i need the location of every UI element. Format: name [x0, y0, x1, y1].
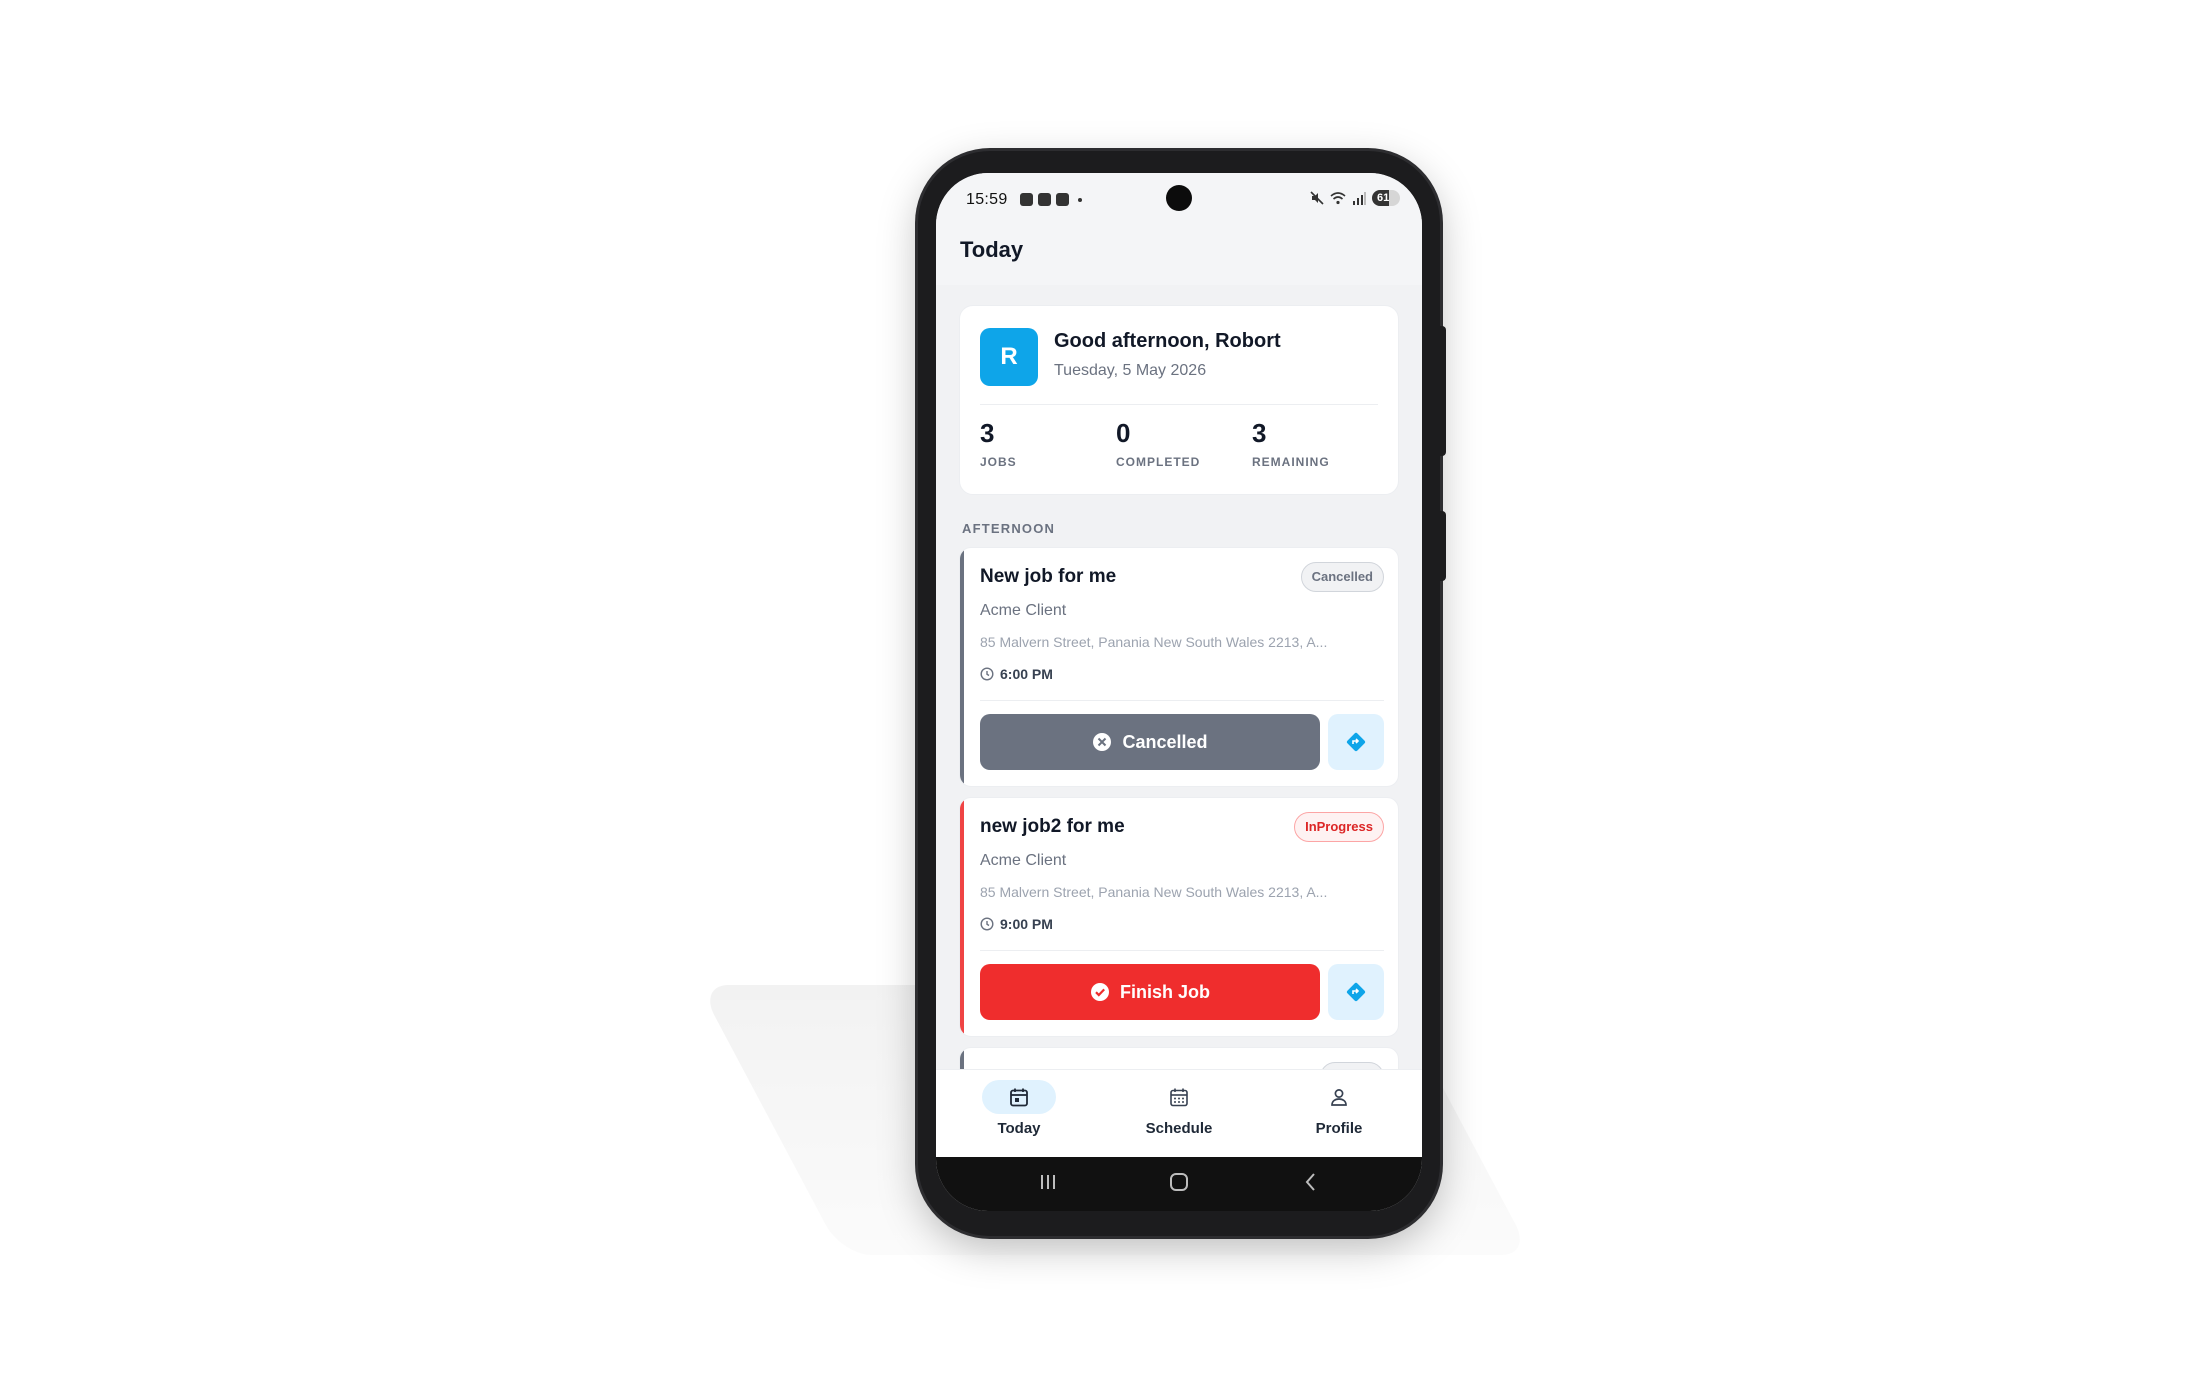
more-notifications-icon [1078, 197, 1082, 202]
stat-value: 3 [1252, 418, 1267, 448]
wifi-icon [1330, 191, 1346, 204]
status-accent-bar [960, 548, 964, 786]
phone-frame: 15:59 61 Today R Good afternoon, Robort … [918, 151, 1446, 1236]
stat-label: REMAINING [1252, 455, 1330, 469]
greeting-card: R Good afternoon, Robort Tuesday, 5 May … [959, 305, 1399, 495]
scroll-content[interactable]: R Good afternoon, Robort Tuesday, 5 May … [936, 285, 1422, 1069]
stat-remaining: 3 REMAINING [1252, 418, 1330, 469]
battery-icon: 61 [1372, 190, 1400, 206]
person-icon [1331, 1089, 1347, 1106]
directions-icon [1346, 982, 1366, 1002]
calendar-day-icon [1010, 1088, 1028, 1107]
job-time-value: 6:00 PM [1000, 666, 1053, 682]
clock-icon [980, 917, 994, 931]
stage: 15:59 61 Today R Good afternoon, Robort … [0, 0, 2200, 1376]
phone-screen: 15:59 61 Today R Good afternoon, Robort … [936, 173, 1422, 1211]
mute-icon [1310, 191, 1324, 205]
nav-profile[interactable]: Profile [1279, 1080, 1399, 1137]
greeting-date: Tuesday, 5 May 2026 [1054, 362, 1207, 379]
volume-button [1440, 326, 1446, 456]
status-time: 15:59 [966, 191, 1008, 208]
job-time: 9:00 PM [980, 916, 1053, 932]
divider [980, 700, 1384, 701]
job-time-value: 9:00 PM [1000, 916, 1053, 932]
calendar-grid-icon [1170, 1088, 1188, 1107]
system-nav-bar [936, 1157, 1422, 1211]
button-label: Finish Job [1120, 981, 1210, 1002]
notification-icons [1020, 193, 1082, 206]
power-button [1440, 511, 1446, 581]
avatar: R [980, 328, 1038, 386]
page-title: Today [960, 237, 1024, 262]
app-notification-icon [1038, 193, 1051, 206]
nav-pill [1142, 1080, 1216, 1114]
home-icon[interactable] [1168, 1171, 1190, 1193]
nav-label: Today [997, 1120, 1041, 1137]
bottom-nav: Today Schedule Profile [936, 1069, 1422, 1157]
directions-button[interactable] [1328, 964, 1384, 1020]
stat-completed: 0 COMPLETED [1116, 418, 1200, 469]
nav-today[interactable]: Today [959, 1080, 1079, 1137]
stat-value: 3 [980, 418, 995, 448]
job-card[interactable]: new job2 for me InProgress Acme Client 8… [959, 797, 1399, 1037]
job-card[interactable] [959, 1047, 1399, 1069]
greeting-title: Good afternoon, Robort [1054, 330, 1281, 352]
clock-icon [980, 667, 994, 681]
nav-pill [982, 1080, 1056, 1114]
stat-value: 0 [1116, 418, 1131, 448]
status-bar: 15:59 61 [936, 173, 1422, 225]
check-circle-icon [1091, 983, 1109, 1001]
divider [980, 950, 1384, 951]
back-icon[interactable] [1300, 1171, 1322, 1193]
directions-icon [1346, 732, 1366, 752]
nav-label: Schedule [1145, 1120, 1213, 1137]
x-circle-icon [1093, 733, 1112, 751]
front-camera [1166, 185, 1192, 211]
button-label: Cancelled [1122, 731, 1208, 752]
nav-schedule[interactable]: Schedule [1119, 1080, 1239, 1137]
divider [980, 404, 1378, 405]
stat-jobs: 3 JOBS [980, 418, 1017, 469]
job-client: Acme Client [980, 852, 1067, 869]
app-header: Today [936, 225, 1422, 285]
directions-button[interactable] [1328, 714, 1384, 770]
job-card[interactable]: New job for me Cancelled Acme Client 85 … [959, 547, 1399, 787]
nav-label: Profile [1315, 1120, 1363, 1137]
cancelled-button[interactable]: Cancelled [980, 714, 1320, 770]
job-address: 85 Malvern Street, Panania New South Wal… [980, 884, 1328, 900]
job-client: Acme Client [980, 602, 1067, 619]
signal-icon [1353, 191, 1366, 205]
nav-pill [1302, 1080, 1376, 1114]
job-title: New job for me [980, 566, 1117, 587]
status-accent-bar [960, 1048, 964, 1069]
status-badge: InProgress [1294, 812, 1384, 842]
system-icons: 61 [1310, 190, 1400, 206]
stat-label: JOBS [980, 455, 1017, 469]
job-time: 6:00 PM [980, 666, 1053, 682]
section-label: AFTERNOON [962, 521, 1056, 536]
recents-icon[interactable] [1038, 1171, 1058, 1193]
status-badge [1320, 1062, 1384, 1069]
app-notification-icon [1020, 193, 1033, 206]
linkedin-icon [1056, 193, 1069, 206]
job-address: 85 Malvern Street, Panania New South Wal… [980, 634, 1328, 650]
finish-job-button[interactable]: Finish Job [980, 964, 1320, 1020]
status-accent-bar [960, 798, 964, 1036]
battery-level: 61 [1377, 192, 1390, 204]
status-badge: Cancelled [1300, 562, 1384, 592]
job-title: new job2 for me [980, 816, 1125, 837]
stat-label: COMPLETED [1116, 455, 1201, 469]
